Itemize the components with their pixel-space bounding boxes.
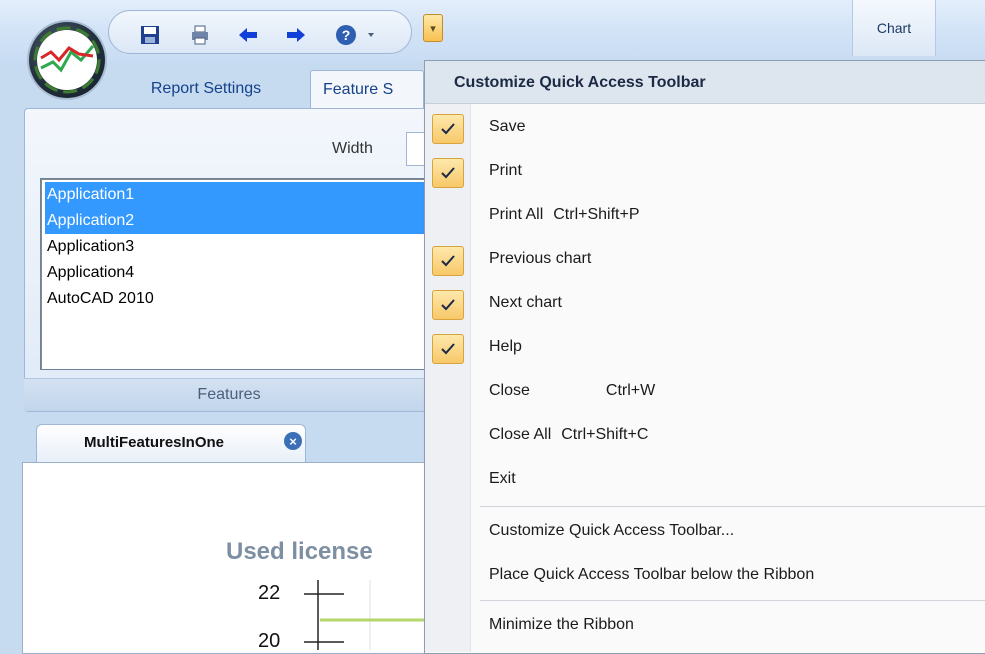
- tab-report-settings[interactable]: Report Settings: [126, 70, 286, 108]
- shortcut-text: Ctrl+Shift+P: [553, 206, 640, 223]
- menu-separator: [480, 600, 985, 601]
- close-icon[interactable]: ×: [284, 432, 302, 450]
- help-icon[interactable]: ?: [335, 24, 357, 46]
- chart-title: Used license: [226, 538, 373, 565]
- list-item[interactable]: Application2: [45, 208, 431, 234]
- chart-tab-label: Chart: [876, 20, 912, 36]
- chart-logo-icon: [33, 26, 101, 94]
- chevron-down-icon: ▾: [430, 22, 436, 35]
- menu-item-save[interactable]: Save: [489, 118, 525, 136]
- width-label: Width: [332, 140, 373, 157]
- check-icon: [432, 114, 464, 144]
- check-icon: [432, 246, 464, 276]
- tab-feature-settings[interactable]: Feature S: [310, 70, 424, 108]
- menu-item-label: Print All: [489, 206, 544, 223]
- list-item[interactable]: Application3: [45, 234, 431, 260]
- menu-item-next-chart[interactable]: Next chart: [489, 294, 562, 312]
- tab-report-settings-label: Report Settings: [150, 80, 262, 97]
- features-listbox[interactable]: Application1 Application2 Application3 A…: [40, 178, 436, 370]
- features-group-label: Features: [24, 378, 434, 411]
- customize-qat-dropdown-button[interactable]: ▾: [423, 14, 443, 42]
- document-tab-label: MultiFeaturesInOne: [84, 434, 225, 451]
- print-icon[interactable]: [189, 24, 211, 46]
- menu-item-help[interactable]: Help: [489, 338, 522, 356]
- tab-feature-settings-label: Feature S: [323, 80, 394, 98]
- menu-item-customize-qat[interactable]: Customize Quick Access Toolbar...: [489, 522, 734, 540]
- menu-item-print[interactable]: Print: [489, 162, 522, 180]
- list-item[interactable]: AutoCAD 2010: [45, 286, 431, 312]
- menu-item-label: Close: [489, 382, 530, 399]
- menu-separator: [480, 506, 985, 507]
- back-arrow-icon[interactable]: [237, 24, 259, 46]
- menu-item-close[interactable]: Close Ctrl+W: [489, 382, 655, 400]
- quick-access-toolbar: ?: [108, 10, 412, 54]
- menu-item-close-all[interactable]: Close All Ctrl+Shift+C: [489, 426, 648, 444]
- customize-qat-menu: [424, 60, 985, 654]
- forward-arrow-icon[interactable]: [285, 24, 307, 46]
- features-group-caption: Features: [197, 386, 261, 403]
- chart-axes: [304, 580, 430, 650]
- application-orb-button[interactable]: [29, 22, 105, 98]
- menu-item-print-all[interactable]: Print All Ctrl+Shift+P: [489, 206, 640, 224]
- menu-item-label: Close All: [489, 426, 552, 443]
- menu-item-exit[interactable]: Exit: [489, 470, 516, 488]
- menu-item-previous-chart[interactable]: Previous chart: [489, 250, 591, 268]
- menu-title: Customize Quick Access Toolbar: [454, 74, 706, 91]
- menu-item-minimize-ribbon[interactable]: Minimize the Ribbon: [489, 616, 634, 634]
- help-dropdown-icon[interactable]: [363, 24, 379, 46]
- svg-text:?: ?: [342, 27, 351, 43]
- y-tick-label: 22: [258, 582, 281, 604]
- shortcut-text: Ctrl+Shift+C: [561, 426, 649, 443]
- list-item[interactable]: Application1: [45, 182, 431, 208]
- menu-item-place-qat-below[interactable]: Place Quick Access Toolbar below the Rib…: [489, 566, 814, 584]
- shortcut-text: Ctrl+W: [605, 382, 656, 399]
- list-item[interactable]: Application4: [45, 260, 431, 286]
- check-icon: [432, 158, 464, 188]
- contextual-tab-chart[interactable]: Chart: [852, 0, 936, 56]
- save-icon[interactable]: [139, 24, 161, 46]
- check-icon: [432, 334, 464, 364]
- check-icon: [432, 290, 464, 320]
